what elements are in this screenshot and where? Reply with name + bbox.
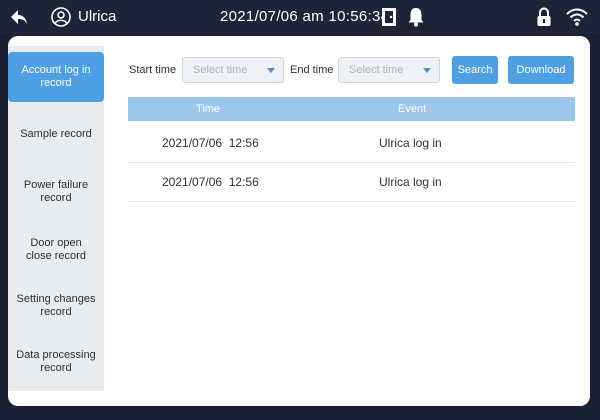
sidebar-item-door-open-close[interactable]: Door open close record — [8, 232, 104, 268]
sidebar-item-account-log[interactable]: Account log in record — [8, 52, 104, 102]
table-row[interactable]: 2021/07/06 12:56 Ulrica log in — [128, 124, 575, 163]
end-time-select[interactable]: Select time — [338, 57, 440, 83]
end-time-label: End time — [290, 64, 334, 76]
column-header-time: Time — [196, 103, 221, 115]
row-event: Ulrica log in — [379, 175, 442, 189]
top-status-bar: Ulrica 2021/07/06 am 10:56:34 — [0, 0, 600, 34]
start-time-label: Start time — [129, 64, 177, 76]
search-button[interactable]: Search — [452, 56, 498, 84]
sidebar: Account log in record Sample record Powe… — [8, 46, 104, 391]
sidebar-item-label: Door open close record — [26, 237, 86, 262]
column-header-event: Event — [398, 103, 427, 115]
sidebar-item-label: Power failure record — [23, 179, 89, 204]
row-time: 2021/07/06 12:56 — [162, 175, 259, 189]
sidebar-item-power-failure[interactable]: Power failure record — [8, 174, 104, 210]
bell-icon[interactable] — [406, 6, 426, 28]
end-time-placeholder: Select time — [349, 64, 404, 76]
user-icon[interactable] — [50, 6, 72, 28]
lock-icon[interactable] — [534, 6, 554, 28]
row-time: 2021/07/06 12:56 — [162, 136, 259, 150]
sidebar-item-setting-changes[interactable]: Setting changes record — [8, 288, 104, 324]
row-event: Ulrica log in — [379, 136, 442, 150]
username: Ulrica — [78, 8, 117, 25]
clock-datetime: 2021/07/06 am 10:56:34 — [220, 8, 390, 25]
door-icon — [382, 8, 396, 26]
sidebar-item-label: Account log in record — [21, 64, 91, 89]
sidebar-item-label: Setting changes record — [16, 293, 96, 318]
sidebar-item-sample[interactable]: Sample record — [8, 118, 104, 150]
chevron-down-icon — [423, 68, 431, 73]
sidebar-item-label: Sample record — [20, 127, 92, 140]
start-time-placeholder: Select time — [193, 64, 248, 76]
table-row[interactable]: 2021/07/06 12:56 Ulrica log in — [128, 163, 575, 202]
sidebar-item-label: Data processing record — [16, 349, 96, 374]
download-button[interactable]: Download — [508, 56, 574, 84]
chevron-down-icon — [267, 68, 275, 73]
start-time-select[interactable]: Select time — [182, 57, 284, 83]
sidebar-item-data-processing[interactable]: Data processing record — [8, 344, 104, 380]
back-arrow-icon[interactable] — [8, 6, 30, 28]
table-header: Time Event — [128, 97, 575, 121]
wifi-icon — [566, 8, 588, 26]
main-panel: Account log in record Sample record Powe… — [8, 36, 590, 406]
